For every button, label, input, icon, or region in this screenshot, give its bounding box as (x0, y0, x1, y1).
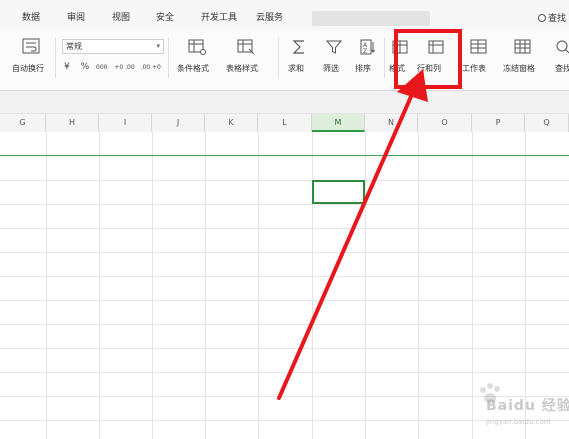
annotation-arrow (277, 69, 428, 400)
watermark-brand: Baidu 经验 (486, 398, 569, 414)
spreadsheet-window: 数据 审阅 视图 安全 开发工具 云服务 查找 自动换行 常规 ▾ ¥ % 000… (0, 0, 569, 439)
watermark-url: jingyan.baidu.com (486, 418, 551, 426)
